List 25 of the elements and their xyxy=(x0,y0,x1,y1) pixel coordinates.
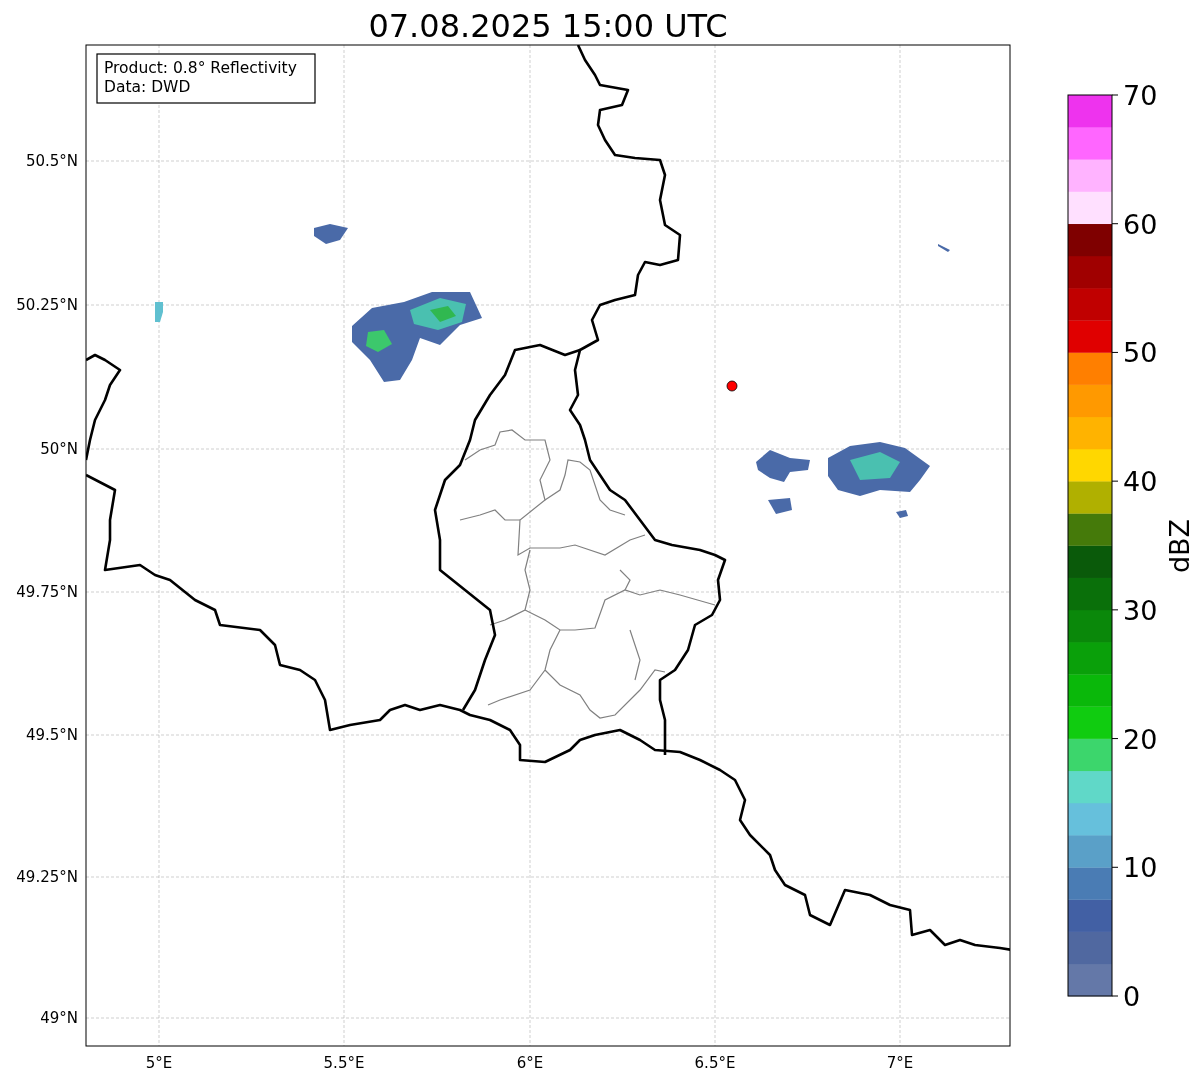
latitude-label: 49.5°N xyxy=(25,726,78,744)
latitude-label: 49.25°N xyxy=(16,868,78,886)
latitude-label: 50.25°N xyxy=(16,296,78,314)
colorbar-tick-label: 50 xyxy=(1123,337,1158,369)
info-text: Data: DWD xyxy=(104,78,191,96)
colorbar-tick-label: 20 xyxy=(1123,723,1158,755)
latitude-label: 50.5°N xyxy=(25,152,78,170)
info-text: Product: 0.8° Reflectivity xyxy=(104,59,297,77)
colorbar-tick-label: 70 xyxy=(1123,80,1158,111)
longitude-label: 6.5°E xyxy=(694,1054,736,1072)
latitude-label: 50°N xyxy=(40,440,78,458)
radar-site-marker xyxy=(726,380,738,392)
latitude-label: 49.75°N xyxy=(16,583,78,601)
latitude-label: 49°N xyxy=(40,1009,78,1027)
longitude-label: 6°E xyxy=(516,1054,544,1072)
colorbar-tick-label: 0 xyxy=(1123,981,1141,1012)
chart-title: 07.08.2025 15:00 UTC xyxy=(368,7,728,45)
colorbar-tick-label: 10 xyxy=(1123,852,1158,884)
colorbar-tick-label: 30 xyxy=(1123,594,1158,626)
longitude-label: 5.5°E xyxy=(323,1054,365,1072)
longitude-label: 5°E xyxy=(145,1054,173,1072)
colorbar-tick-label: 60 xyxy=(1123,208,1158,240)
colorbar-label: dBZ xyxy=(1164,518,1195,574)
colorbar-tick-label: 40 xyxy=(1123,466,1158,498)
longitude-label: 7°E xyxy=(886,1054,914,1072)
